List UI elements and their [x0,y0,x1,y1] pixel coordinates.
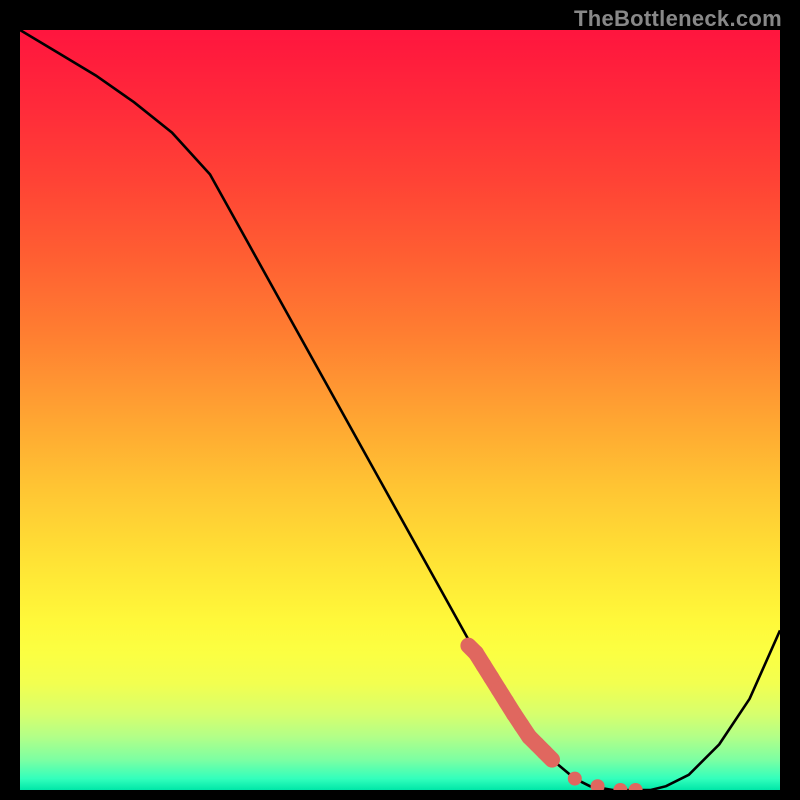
bottleneck-chart [20,30,780,790]
watermark-label: TheBottleneck.com [574,6,782,32]
highlight-band-segment [544,752,552,760]
gradient-background [20,30,780,790]
chart-frame [20,30,780,790]
highlight-dot [568,772,582,786]
